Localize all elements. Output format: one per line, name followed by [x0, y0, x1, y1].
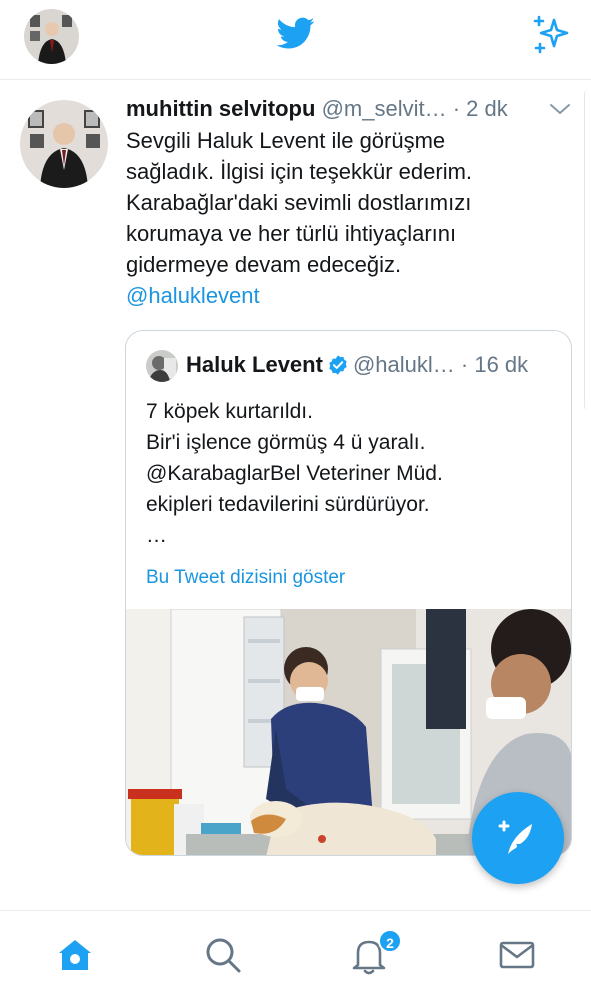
verified-badge-icon [329, 355, 347, 375]
quoted-author-avatar[interactable] [146, 350, 178, 382]
notifications-badge: 2 [378, 929, 402, 953]
search-icon[interactable] [203, 935, 243, 975]
profile-avatar[interactable] [24, 9, 79, 64]
profile-avatar-icon [24, 9, 79, 64]
chevron-down-icon[interactable] [548, 100, 572, 118]
bottom-navigation: 2 [0, 910, 591, 1000]
tweet-text-line: Sevgili Haluk Levent ile görüşme [126, 128, 446, 153]
quoted-text-line: ekipleri tedavilerini sürdürüyor. [146, 493, 430, 516]
author-avatar[interactable] [20, 100, 108, 188]
quoted-text-line: … [146, 524, 167, 547]
quoted-avatar-icon [146, 350, 178, 382]
quoted-tweet[interactable]: Haluk Levent @halukl… · 16 dk 7 köpek ku… [125, 330, 572, 856]
author-avatar-icon [20, 100, 108, 188]
home-icon[interactable] [55, 935, 95, 975]
tweet-text-line: Karabağlar'daki sevimli dostlarımızı [126, 190, 472, 215]
quoted-tweet-timestamp[interactable]: · 16 dk [461, 352, 528, 377]
tweet-text-line: gidermeye devam edeceğiz. [126, 252, 402, 277]
show-thread-link[interactable]: Bu Tweet dizisini göster [146, 567, 345, 589]
scrollbar[interactable] [584, 90, 591, 410]
quoted-author-handle[interactable]: @halukl… [353, 352, 455, 377]
tweet-header: muhittin selvitopu @m_selvit… · 2 dk [126, 96, 576, 128]
compose-tweet-button[interactable] [472, 792, 564, 884]
tweet-timestamp[interactable]: · 2 dk [453, 96, 508, 121]
quoted-text-line: @KarabaglarBel Veteriner Müd. [146, 462, 443, 485]
quoted-text-line: 7 köpek kurtarıldı. [146, 400, 313, 423]
quoted-author-name[interactable]: Haluk Levent [186, 352, 323, 377]
quoted-tweet-text: 7 köpek kurtarıldı. Bir'i işlence görmüş… [146, 396, 556, 551]
messages-envelope-icon[interactable] [497, 935, 537, 975]
top-app-bar [0, 0, 591, 80]
quoted-text-line: Bir'i işlence görmüş 4 ü yaralı. [146, 431, 426, 454]
tweet-text-line: korumaya ve her türlü ihtiyaçlarını [126, 221, 457, 246]
mention-link[interactable]: @haluklevent [126, 280, 566, 311]
author-handle[interactable]: @m_selvit… [322, 96, 447, 121]
author-name[interactable]: muhittin selvitopu [126, 96, 315, 121]
twitter-bird-icon[interactable] [277, 14, 315, 52]
tweet-card[interactable]: muhittin selvitopu @m_selvit… · 2 dk Sev… [0, 80, 591, 982]
sparkle-icon[interactable] [528, 12, 572, 56]
tweet-text-line: sağladık. İlgisi için teşekkür ederim. [126, 159, 473, 184]
quoted-tweet-header: Haluk Levent @halukl… · 16 dk [186, 352, 528, 378]
compose-quill-icon [498, 820, 532, 854]
tweet-text: Sevgili Haluk Levent ile görüşme sağladı… [126, 125, 566, 311]
